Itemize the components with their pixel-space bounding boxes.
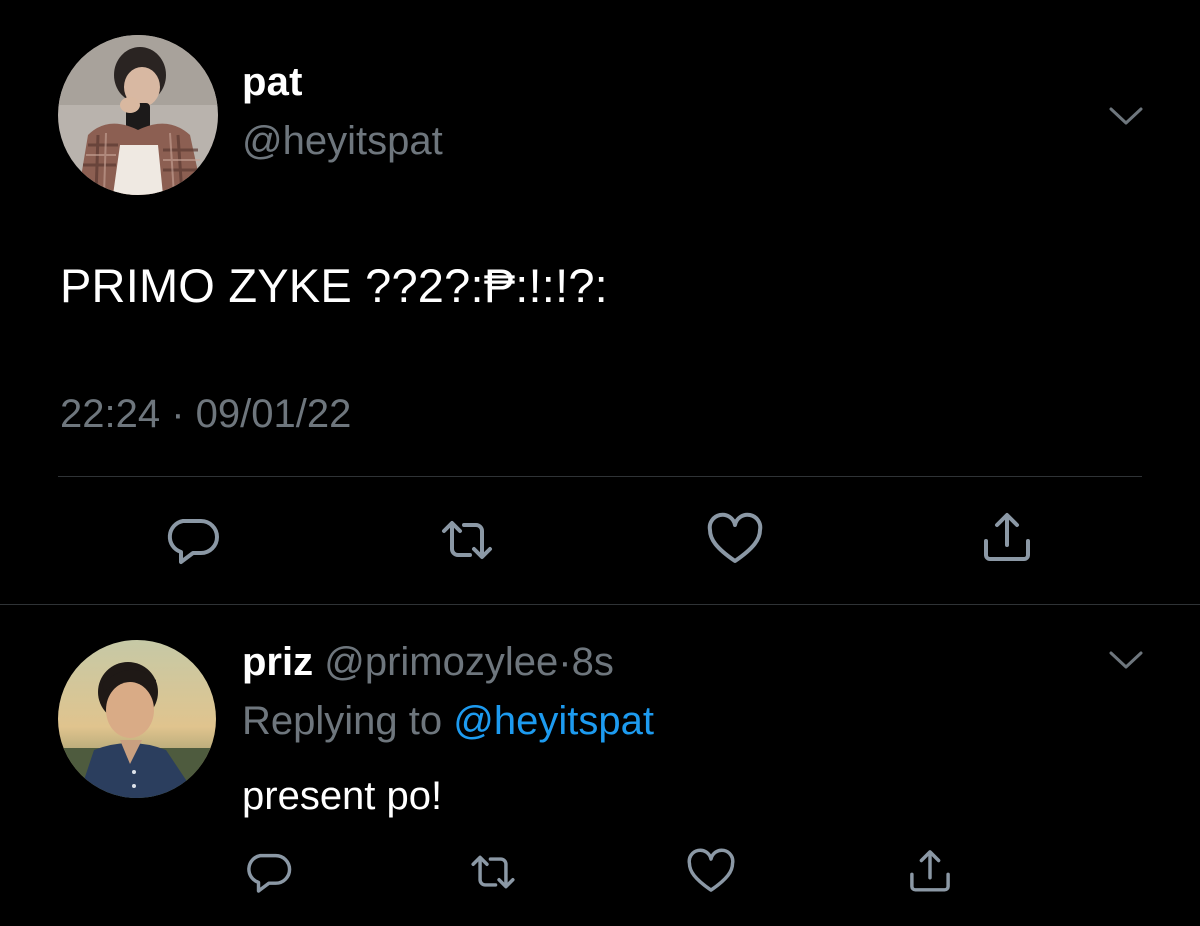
replying-mention-link[interactable]: @heyitspat — [453, 699, 654, 743]
comment-icon[interactable] — [243, 847, 293, 897]
retweet-icon[interactable] — [468, 847, 518, 897]
tweet-timestamp[interactable]: 22:24 · 09/01/22 — [60, 394, 351, 434]
avatar-photo — [58, 35, 218, 195]
section-divider — [0, 604, 1200, 605]
tweet-text: PRIMO ZYKE ??2?:₱:!:!?: — [60, 259, 608, 312]
reply-handle[interactable]: @primozylee — [324, 640, 558, 684]
chevron-down-icon[interactable] — [1108, 104, 1144, 128]
comment-icon[interactable] — [163, 511, 221, 569]
heart-icon[interactable] — [706, 511, 764, 569]
divider — [58, 476, 1142, 477]
reply-author-avatar[interactable] — [58, 640, 216, 798]
share-icon[interactable] — [905, 845, 955, 895]
reply-time[interactable]: 8s — [572, 640, 614, 684]
reply-display-name[interactable]: priz — [242, 640, 313, 684]
share-icon[interactable] — [978, 507, 1036, 565]
author-handle[interactable]: @heyitspat — [242, 121, 443, 161]
reply-header: priz @primozylee·8s — [242, 642, 614, 682]
reply-text: present po! — [242, 774, 443, 818]
retweet-icon[interactable] — [438, 511, 496, 569]
author-avatar[interactable] — [58, 35, 218, 195]
replying-prefix: Replying to — [242, 699, 443, 743]
heart-icon[interactable] — [686, 847, 736, 897]
chevron-down-icon[interactable] — [1108, 648, 1144, 672]
author-display-name[interactable]: pat — [242, 62, 303, 102]
replying-to: Replying to @heyitspat — [242, 701, 654, 741]
avatar-photo — [58, 640, 216, 798]
reply-separator: · — [558, 640, 572, 684]
